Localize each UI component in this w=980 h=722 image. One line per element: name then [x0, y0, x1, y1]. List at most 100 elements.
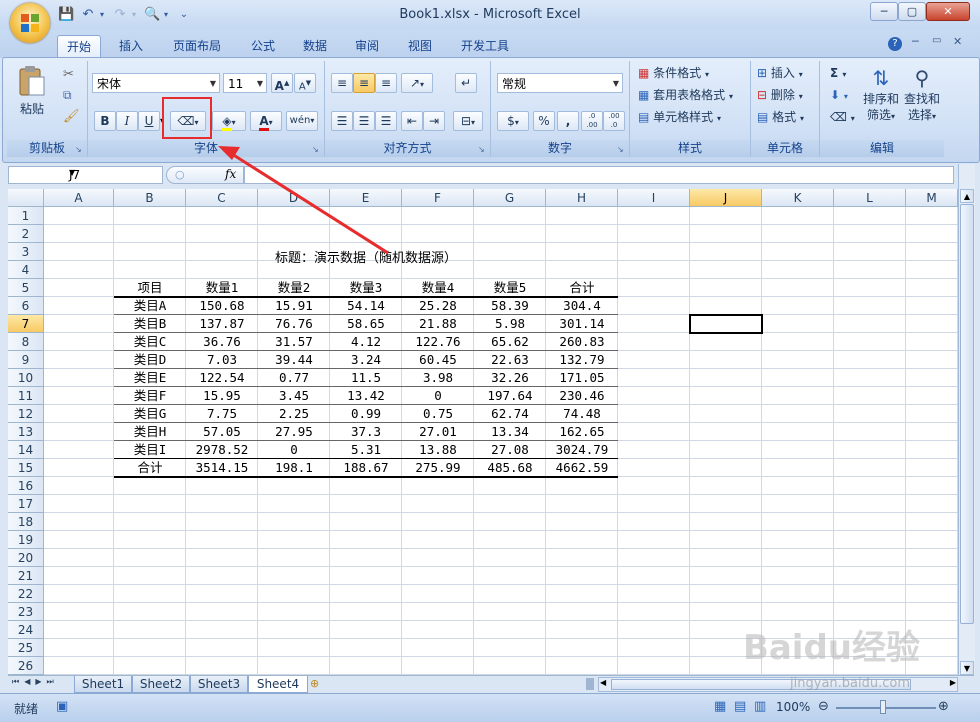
align-top-button[interactable]: ≡	[331, 73, 353, 93]
fill-button[interactable]: ⬇ ▾	[830, 85, 848, 107]
table-cell[interactable]: 27.01	[402, 423, 474, 441]
italic-button[interactable]: I	[116, 111, 138, 131]
row-header-2[interactable]: 2	[8, 225, 44, 243]
column-header-J[interactable]: J	[690, 189, 762, 207]
table-cell[interactable]: 74.48	[546, 405, 618, 423]
font-color-button[interactable]: A▾	[250, 111, 282, 131]
clipboard-launcher-icon[interactable]: ↘	[75, 145, 84, 154]
sheet-tab-sheet2[interactable]: Sheet2	[132, 676, 190, 693]
zoom-slider[interactable]	[836, 707, 936, 709]
table-cell[interactable]: 3.45	[258, 387, 330, 405]
table-cell[interactable]: 21.88	[402, 315, 474, 333]
table-cell[interactable]: 类目A	[114, 297, 186, 315]
table-cell[interactable]: 0.75	[402, 405, 474, 423]
table-cell[interactable]: 31.57	[258, 333, 330, 351]
name-box[interactable]: J7 ▼	[8, 166, 163, 184]
table-cell[interactable]: 39.44	[258, 351, 330, 369]
number-format-select[interactable]: 常规 ▼	[497, 73, 623, 93]
table-cell[interactable]: 类目F	[114, 387, 186, 405]
table-header-cell[interactable]: 数量5	[474, 279, 546, 297]
zoom-out-icon[interactable]: ⊖	[818, 699, 829, 714]
table-total-cell[interactable]: 198.1	[258, 459, 330, 477]
sheet-tab-sheet1[interactable]: Sheet1	[74, 676, 132, 693]
table-cell[interactable]: 76.76	[258, 315, 330, 333]
formula-expand-icon[interactable]: ○	[175, 168, 185, 181]
alignment-launcher-icon[interactable]: ↘	[478, 145, 487, 154]
row-header-9[interactable]: 9	[8, 351, 44, 369]
row-header-7[interactable]: 7	[8, 315, 44, 333]
font-size-select[interactable]: 11 ▼	[223, 73, 267, 93]
ribbon-minimize-icon[interactable]: ─	[912, 35, 919, 48]
table-header-cell[interactable]: 数量4	[402, 279, 474, 297]
autosum-button[interactable]: Σ ▾	[830, 63, 846, 85]
zoom-level[interactable]: 100%	[776, 700, 810, 714]
table-cell[interactable]: 3.98	[402, 369, 474, 387]
row-header-19[interactable]: 19	[8, 531, 44, 549]
table-cell[interactable]: 27.08	[474, 441, 546, 459]
table-cell[interactable]: 13.42	[330, 387, 402, 405]
table-cell[interactable]: 57.05	[186, 423, 258, 441]
column-header-A[interactable]: A	[44, 189, 114, 207]
normal-view-icon[interactable]: ▦	[714, 699, 726, 714]
table-cell[interactable]: 260.83	[546, 333, 618, 351]
tab-review[interactable]: 审阅	[346, 35, 388, 57]
shrink-font-button[interactable]: A▼	[294, 73, 316, 93]
table-cell[interactable]: 122.54	[186, 369, 258, 387]
format-cells-button[interactable]: ▤ 格式 ▾	[757, 107, 804, 129]
table-cell[interactable]: 301.14	[546, 315, 618, 333]
format-as-table-button[interactable]: ▦ 套用表格格式 ▾	[638, 85, 733, 107]
insert-sheet-icon[interactable]: ⊕	[310, 677, 319, 690]
align-middle-button[interactable]: ≡	[353, 73, 375, 93]
tab-home[interactable]: 开始	[57, 35, 101, 58]
table-cell[interactable]: 类目E	[114, 369, 186, 387]
decrease-decimal-button[interactable]: .00 .0	[603, 111, 625, 131]
column-header-M[interactable]: M	[906, 189, 958, 207]
table-total-cell[interactable]: 485.68	[474, 459, 546, 477]
scroll-left-icon[interactable]: ◀	[600, 678, 606, 687]
table-cell[interactable]: 2.25	[258, 405, 330, 423]
table-cell[interactable]: 0.99	[330, 405, 402, 423]
row-header-22[interactable]: 22	[8, 585, 44, 603]
table-cell[interactable]: 27.95	[258, 423, 330, 441]
table-cell[interactable]: 171.05	[546, 369, 618, 387]
number-launcher-icon[interactable]: ↘	[617, 145, 626, 154]
font-launcher-icon[interactable]: ↘	[312, 145, 321, 154]
table-cell[interactable]: 60.45	[402, 351, 474, 369]
table-cell[interactable]: 类目D	[114, 351, 186, 369]
merge-center-button[interactable]: ⊟▾	[453, 111, 483, 131]
font-name-select[interactable]: 宋体 ▼	[92, 73, 220, 93]
conditional-format-button[interactable]: ▦ 条件格式 ▾	[638, 63, 709, 85]
table-cell[interactable]: 类目H	[114, 423, 186, 441]
sheet-tab-sheet4[interactable]: Sheet4	[248, 676, 308, 693]
table-cell[interactable]: 7.75	[186, 405, 258, 423]
table-cell[interactable]: 0	[258, 441, 330, 459]
help-icon[interactable]: ?	[888, 37, 902, 51]
tab-formulas[interactable]: 公式	[242, 35, 284, 57]
table-cell[interactable]: 65.62	[474, 333, 546, 351]
table-cell[interactable]: 150.68	[186, 297, 258, 315]
row-header-6[interactable]: 6	[8, 297, 44, 315]
row-header-20[interactable]: 20	[8, 549, 44, 567]
scroll-right-icon[interactable]: ▶	[950, 678, 956, 687]
increase-indent-button[interactable]: ⇥	[423, 111, 445, 131]
phonetic-button[interactable]: wén▾	[286, 111, 318, 131]
table-cell[interactable]: 58.65	[330, 315, 402, 333]
column-header-K[interactable]: K	[762, 189, 834, 207]
table-cell[interactable]: 3.24	[330, 351, 402, 369]
sheet-tab-sheet3[interactable]: Sheet3	[190, 676, 248, 693]
table-cell[interactable]: 类目G	[114, 405, 186, 423]
table-total-cell[interactable]: 188.67	[330, 459, 402, 477]
align-right-button[interactable]: ☰	[375, 111, 397, 131]
table-cell[interactable]: 132.79	[546, 351, 618, 369]
table-cell[interactable]: 11.5	[330, 369, 402, 387]
table-cell[interactable]: 137.87	[186, 315, 258, 333]
column-header-H[interactable]: H	[546, 189, 618, 207]
column-header-C[interactable]: C	[186, 189, 258, 207]
table-header-cell[interactable]: 项目	[114, 279, 186, 297]
format-painter-icon[interactable]: 🖌	[63, 109, 80, 124]
row-header-26[interactable]: 26	[8, 657, 44, 675]
vertical-scrollbar[interactable]: ▲ ▼	[958, 164, 975, 675]
table-cell[interactable]: 25.28	[402, 297, 474, 315]
row-header-21[interactable]: 21	[8, 567, 44, 585]
table-cell[interactable]: 230.46	[546, 387, 618, 405]
